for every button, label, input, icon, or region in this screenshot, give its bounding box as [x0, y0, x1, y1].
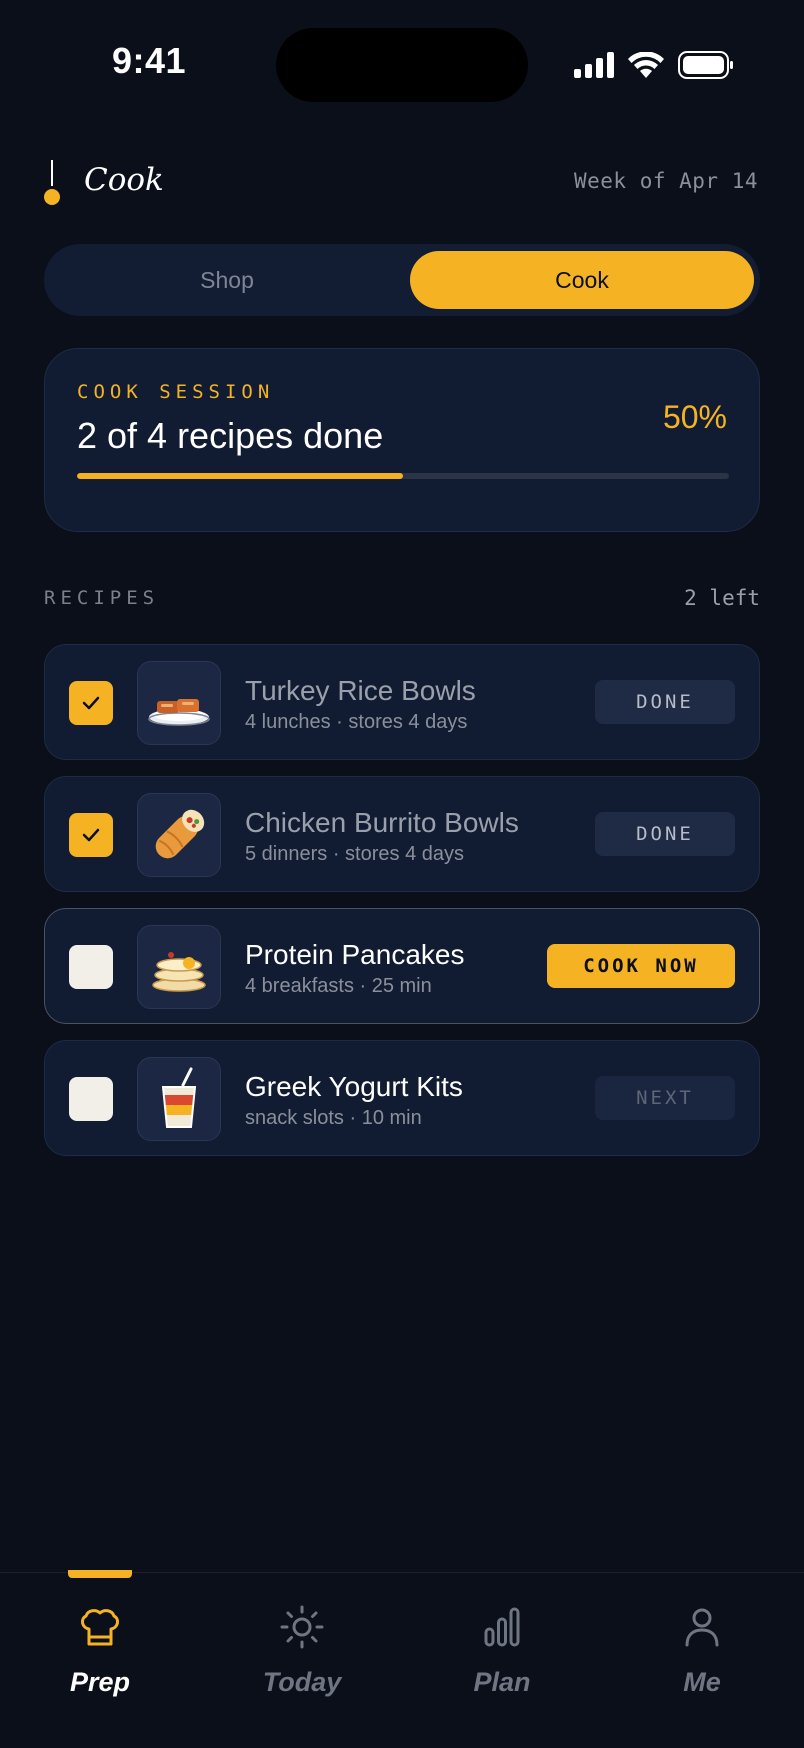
week-label: Week of Apr 14 [573, 169, 758, 193]
status-icons [574, 48, 734, 82]
yogurt-cup-icon [137, 1057, 221, 1141]
mode-switcher: Shop Cook [44, 244, 760, 316]
nav-label: Plan [473, 1667, 531, 1697]
recipe-card[interactable]: Protein Pancakes 4 breakfasts · 25 min C… [44, 908, 760, 1024]
page-title: Cook [84, 162, 164, 198]
recipe-checkbox[interactable] [69, 945, 113, 989]
rice-bowl-icon [137, 661, 221, 745]
session-label: COOK SESSION [77, 381, 275, 403]
nav-label: Today [262, 1667, 342, 1697]
burrito-icon [137, 793, 221, 877]
recipes-section-label: RECIPES [44, 587, 160, 609]
status-time: 9:41 [112, 40, 187, 81]
recipe-meta: 5 dinners · stores 4 days [245, 843, 464, 865]
checkmark-icon [82, 696, 100, 710]
next-button[interactable]: NEXT [595, 1076, 735, 1120]
recipe-card[interactable]: Chicken Burrito Bowls 5 dinners · stores… [44, 776, 760, 892]
nav-item-prep[interactable]: Prep [20, 1605, 180, 1698]
pancakes-icon [137, 925, 221, 1009]
signal-icon [574, 52, 614, 78]
dynamic-island [276, 28, 528, 102]
recipe-checkbox[interactable] [69, 1077, 113, 1121]
nav-label: Prep [69, 1667, 131, 1697]
nav-label: Me [683, 1667, 721, 1697]
nav-item-me[interactable]: Me [622, 1605, 782, 1698]
wifi-icon [628, 52, 664, 78]
recipe-done-button[interactable]: DONE [595, 680, 735, 724]
cook-session-card: COOK SESSION 2 of 4 recipes done 50% [44, 348, 760, 532]
recipe-done-button[interactable]: DONE [595, 812, 735, 856]
recipe-meta: 4 lunches · stores 4 days [245, 711, 468, 733]
recipe-card[interactable]: Turkey Rice Bowls 4 lunches · stores 4 d… [44, 644, 760, 760]
recipe-title: Protein Pancakes [245, 939, 465, 970]
session-progress-fill [77, 473, 403, 479]
recipe-title: Chicken Burrito Bowls [245, 807, 519, 838]
person-icon [685, 1608, 719, 1647]
logo-icon [44, 160, 60, 205]
recipe-checkbox[interactable] [69, 681, 113, 725]
session-progress-bar [77, 473, 729, 479]
recipe-meta: snack slots · 10 min [245, 1107, 422, 1129]
sun-icon [280, 1605, 324, 1649]
session-percent: 50% [662, 399, 727, 435]
recipe-card[interactable]: Greek Yogurt Kits snack slots · 10 min N… [44, 1040, 760, 1156]
tab-shop[interactable]: Shop [51, 251, 403, 309]
bar-chart-icon [484, 1607, 520, 1647]
recipe-title: Turkey Rice Bowls [245, 675, 476, 706]
nav-active-indicator [68, 1570, 132, 1578]
checkmark-icon [82, 828, 100, 842]
nav-item-plan[interactable]: Plan [422, 1605, 582, 1698]
nav-item-today[interactable]: Today [222, 1605, 382, 1698]
chef-hat-icon [80, 1609, 120, 1646]
recipes-remaining-count: 2 left [684, 586, 760, 610]
battery-icon [678, 51, 733, 79]
recipe-checkbox[interactable] [69, 813, 113, 857]
session-title: 2 of 4 recipes done [77, 415, 384, 456]
cook-now-button[interactable]: COOK NOW [547, 944, 735, 988]
recipe-meta: 4 breakfasts · 25 min [245, 975, 432, 997]
bottom-nav: Prep Today Plan Me [0, 1572, 804, 1748]
tab-cook[interactable]: Cook [410, 251, 754, 309]
recipe-title: Greek Yogurt Kits [245, 1071, 463, 1102]
